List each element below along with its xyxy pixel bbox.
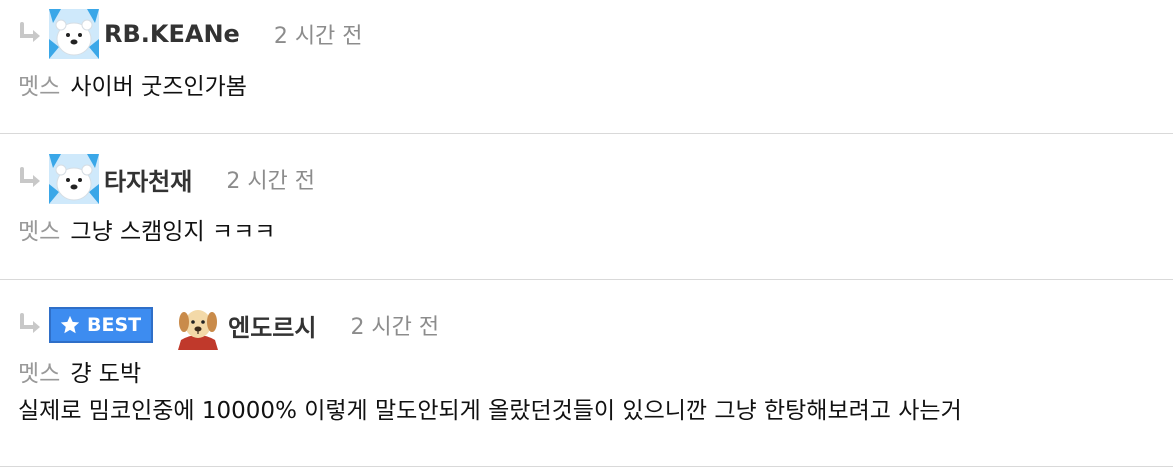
comment-category: 멧스 (18, 219, 61, 245)
comment-text-line2: 실제로 밈코인중에 10000% 이렇게 말도안되게 올랐던것들이 있으니깐 그… (18, 398, 962, 424)
comment-username[interactable]: RB.KEANe (104, 20, 240, 48)
comment-header: RB.KEANe 2 시간 전 (18, 0, 1173, 60)
comment-time: 2 시간 전 (350, 315, 440, 340)
comment-category: 멧스 (18, 74, 61, 100)
star-icon (60, 315, 80, 334)
best-badge: BEST (49, 307, 154, 343)
comment-list: RB.KEANe 2 시간 전 멧스 사이버 굿즈인가봄 타자천재 2 시간 전… (0, 0, 1173, 467)
comment-username[interactable]: 엔도르시 (228, 308, 316, 343)
comment-item: 타자천재 2 시간 전 멧스 그냥 스캠잉지 ㅋㅋㅋ (0, 134, 1173, 280)
comment-item: BEST 엔도르시 2 시간 전 멧스 걍 도박 실제로 밈코인중에 10000%… (0, 280, 1173, 467)
comment-time: 2 시간 전 (226, 169, 316, 194)
comment-header: 타자천재 2 시간 전 (18, 134, 1173, 205)
best-badge-label: BEST (87, 314, 142, 336)
comment-text: 걍 도박 (70, 361, 142, 387)
comment-time: 2 시간 전 (273, 24, 363, 49)
comment-text: 사이버 굿즈인가봄 (70, 74, 247, 100)
reply-arrow-icon (20, 22, 40, 42)
polar-bear-icon[interactable] (49, 154, 99, 204)
comment-category: 멧스 (18, 361, 61, 387)
puppy-icon[interactable] (173, 300, 223, 350)
comment-body: 멧스 그냥 스캠잉지 ㅋㅋㅋ (18, 215, 1173, 249)
polar-bear-icon[interactable] (49, 9, 99, 59)
reply-arrow-icon (20, 167, 40, 187)
comment-username[interactable]: 타자천재 (104, 162, 192, 197)
comment-body: 멧스 걍 도박 실제로 밈코인중에 10000% 이렇게 말도안되게 올랐던것들이… (18, 357, 1173, 428)
comment-body: 멧스 사이버 굿즈인가봄 (18, 70, 1173, 104)
comment-item: RB.KEANe 2 시간 전 멧스 사이버 굿즈인가봄 (0, 0, 1173, 134)
comment-header: BEST 엔도르시 2 시간 전 (18, 280, 1173, 351)
reply-arrow-icon (20, 313, 40, 333)
comment-text: 그냥 스캠잉지 ㅋㅋㅋ (70, 219, 276, 245)
